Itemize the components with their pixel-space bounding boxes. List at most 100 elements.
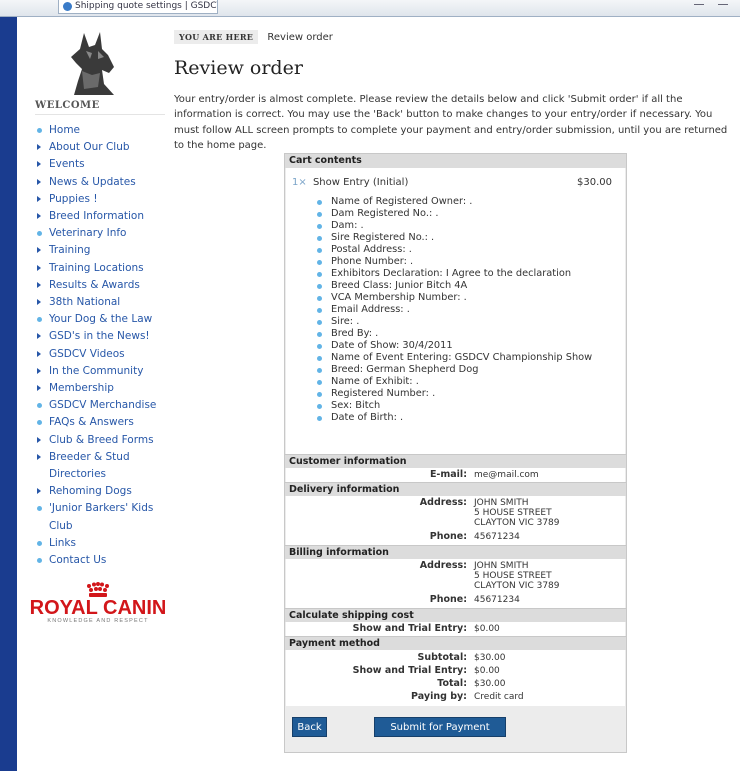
- sidebar-item[interactable]: Veterinary Info: [37, 225, 177, 242]
- entry-fee-value: $0.00: [474, 666, 500, 676]
- sidebar-item[interactable]: Breed Information: [37, 208, 177, 225]
- delivery-phone-value: 45671234: [474, 532, 520, 542]
- crown-icon: [87, 582, 109, 597]
- cart-header: Cart contents: [285, 154, 626, 168]
- sidebar-item-label: News & Updates: [49, 175, 136, 188]
- payment-section: Subtotal: $30.00 Show and Trial Entry: $0.…: [286, 650, 625, 706]
- email-value: me@mail.com: [474, 470, 539, 480]
- sidebar-item[interactable]: Rehoming Dogs: [37, 483, 177, 500]
- review-panel: Cart contents 1× Show Entry (Initial) $3…: [284, 153, 627, 753]
- cart-attribute: Name of Event Entering: GSDCV Championsh…: [317, 352, 607, 364]
- sidebar-item[interactable]: Links: [37, 535, 177, 552]
- bullet-arrow-icon: [37, 144, 41, 151]
- paying-by-value: Credit card: [474, 692, 524, 702]
- sidebar-item-label: Breed Information: [49, 210, 144, 223]
- sidebar-item[interactable]: GSDCV Videos: [37, 346, 177, 363]
- form-actions: Back Submit for Payment: [285, 712, 626, 752]
- sidebar-item[interactable]: Contact Us: [37, 552, 177, 569]
- total-value: $30.00: [474, 679, 506, 689]
- sidebar-item[interactable]: Training Locations: [37, 260, 177, 277]
- cart-attribute: Email Address: .: [317, 304, 607, 316]
- welcome-heading: WELCOME: [35, 100, 165, 115]
- sidebar-item[interactable]: About Our Club: [37, 139, 177, 156]
- cart-attribute: Bred By: .: [317, 328, 607, 340]
- sidebar-item-label: 'Junior Barkers' Kids Club: [49, 502, 154, 532]
- sidebar-item[interactable]: Home: [37, 122, 177, 139]
- bullet-dot-icon: [37, 420, 42, 426]
- sidebar-item[interactable]: Club & Breed Forms: [37, 432, 177, 449]
- cart-attribute: Breed: German Shepherd Dog: [317, 364, 607, 376]
- sidebar-nav: Home About Our Club Events News & Updates Pu…: [37, 122, 177, 569]
- browser-tab[interactable]: Shipping quote settings | GSDCV: [58, 0, 218, 14]
- cart-line-item: 1× Show Entry (Initial) $30.00: [292, 177, 622, 188]
- cart-attribute: Exhibitors Declaration: I Agree to the d…: [317, 268, 607, 280]
- sidebar-item-label: 38th National: [49, 296, 121, 309]
- billing-address-line: CLAYTON VIC 3789: [474, 581, 560, 591]
- cart-attribute: Registered Number: .: [317, 388, 607, 400]
- sidebar-item-label: Club & Breed Forms: [49, 433, 154, 446]
- breadcrumb: YOU ARE HERE Review order: [174, 30, 333, 44]
- logo-brand-text: ROYAL CANIN: [29, 597, 167, 619]
- customer-header: Customer information: [285, 454, 626, 468]
- billing-header: Billing information: [285, 545, 626, 559]
- bullet-arrow-icon: [37, 367, 41, 374]
- minimize-icon[interactable]: [694, 4, 704, 5]
- sidebar-item[interactable]: GSD's in the News!: [37, 328, 177, 345]
- cart-attribute: Breed Class: Junior Bitch 4A: [317, 280, 607, 292]
- bullet-arrow-icon: [37, 281, 41, 288]
- sidebar-item-label: Membership: [49, 382, 114, 395]
- sidebar-item[interactable]: GSDCV Merchandise: [37, 397, 177, 414]
- sidebar-item[interactable]: FAQs & Answers: [37, 414, 177, 431]
- cart-attribute: Phone Number: .: [317, 256, 607, 268]
- bullet-arrow-icon: [37, 195, 41, 202]
- sidebar-item[interactable]: News & Updates: [37, 174, 177, 191]
- back-button[interactable]: Back: [292, 717, 327, 737]
- page-title: Review order: [174, 57, 303, 79]
- sidebar-item[interactable]: Your Dog & the Law: [37, 311, 177, 328]
- sidebar-item-label: GSD's in the News!: [49, 330, 150, 343]
- sidebar-item[interactable]: Membership: [37, 380, 177, 397]
- submit-for-payment-button[interactable]: Submit for Payment: [374, 717, 506, 737]
- bullet-dot-icon: [37, 558, 42, 564]
- cart-attribute: Name of Exhibit: .: [317, 376, 607, 388]
- bullet-arrow-icon: [37, 333, 41, 340]
- sidebar-item[interactable]: Breeder & Stud Directories: [37, 449, 177, 483]
- bullet-arrow-icon: [37, 299, 41, 306]
- cart-attribute: Sex: Bitch: [317, 400, 607, 412]
- sidebar-item-label: Contact Us: [49, 554, 107, 567]
- customer-section: E-mail: me@mail.com: [286, 468, 625, 482]
- cart-attribute: Postal Address: .: [317, 244, 607, 256]
- shipping-value: $0.00: [474, 624, 500, 634]
- bullet-arrow-icon: [37, 264, 41, 271]
- cart-attribute: Dam Registered No.: .: [317, 208, 607, 220]
- shipping-header: Calculate shipping cost: [285, 608, 626, 622]
- sidebar-item[interactable]: Puppies !: [37, 191, 177, 208]
- left-stripe: [0, 17, 17, 771]
- entry-fee-label: Show and Trial Entry:: [352, 665, 467, 676]
- german-shepherd-logo-icon: [71, 32, 114, 95]
- shipping-section: Show and Trial Entry: $0.00: [286, 622, 625, 636]
- sidebar-item[interactable]: Events: [37, 156, 177, 173]
- sidebar-item[interactable]: Results & Awards: [37, 277, 177, 294]
- sidebar-item[interactable]: 38th National: [37, 294, 177, 311]
- cart-item-price: $30.00: [577, 177, 612, 188]
- bullet-dot-icon: [37, 231, 42, 237]
- sidebar-item[interactable]: 'Junior Barkers' Kids Club: [37, 500, 177, 534]
- cart-item-attributes: Name of Registered Owner: . Dam Registere…: [317, 196, 607, 424]
- sidebar-item-label: Breeder & Stud Directories: [49, 450, 130, 481]
- sidebar-item-label: GSDCV Videos: [49, 347, 125, 360]
- sidebar-item-label: FAQs & Answers: [49, 416, 134, 429]
- bullet-arrow-icon: [37, 488, 41, 495]
- cart-item-name: Show Entry (Initial): [312, 177, 409, 188]
- bullet-arrow-icon: [37, 247, 41, 254]
- cart-attribute: Dam: .: [317, 220, 607, 232]
- sidebar-item[interactable]: Training: [37, 242, 177, 259]
- bullet-arrow-icon: [37, 453, 41, 460]
- cart-contents: 1× Show Entry (Initial) $30.00 Name of R…: [286, 168, 625, 454]
- window-control-icon[interactable]: [718, 4, 728, 5]
- browser-tab-strip: Shipping quote settings | GSDCV: [0, 0, 740, 17]
- royal-canin-logo[interactable]: ROYAL CANIN KNOWLEDGE AND RESPECT: [23, 582, 173, 626]
- bullet-dot-icon: [37, 317, 42, 323]
- cart-item-qty: 1×: [292, 177, 307, 188]
- sidebar-item[interactable]: In the Community: [37, 363, 177, 380]
